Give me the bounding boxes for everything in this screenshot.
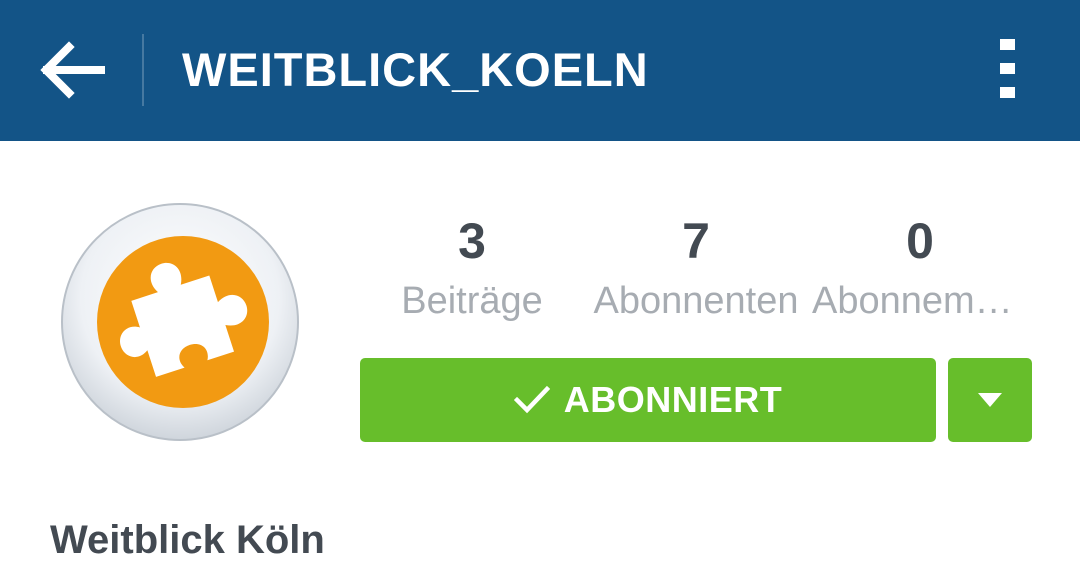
stat-following-count: 0	[906, 213, 934, 269]
back-button[interactable]	[30, 32, 114, 108]
caret-down-icon	[978, 393, 1002, 407]
app-bar: WEITBLICK_KOELN	[0, 0, 1080, 141]
stat-followers-count: 7	[682, 213, 710, 269]
stat-followers-label: Abonnenten	[593, 280, 799, 322]
stat-following[interactable]: 0 Abonnements	[808, 210, 1032, 330]
more-vertical-icon	[1000, 39, 1015, 98]
suggestions-dropdown-button[interactable]	[948, 358, 1032, 442]
page-title: WEITBLICK_KOELN	[182, 43, 649, 96]
profile-name: Weitblick Köln	[50, 518, 325, 562]
overflow-menu-button[interactable]	[978, 30, 1038, 110]
avatar[interactable]	[60, 202, 300, 442]
avatar-image	[61, 203, 299, 441]
stat-posts[interactable]: 3 Beiträge	[360, 210, 584, 330]
stat-posts-count: 3	[458, 213, 486, 269]
appbar-divider	[142, 34, 144, 106]
stat-following-label: Abonnements	[812, 280, 1032, 322]
check-icon	[513, 385, 550, 414]
follow-button[interactable]: ABONNIERT	[360, 358, 936, 442]
profile-stats: 3 Beiträge 7 Abonnenten 0 Abonnements	[360, 210, 1032, 330]
follow-button-label: ABONNIERT	[563, 379, 783, 420]
stat-followers[interactable]: 7 Abonnenten	[584, 210, 808, 330]
stat-posts-label: Beiträge	[401, 280, 543, 322]
arrow-left-icon	[40, 41, 105, 99]
